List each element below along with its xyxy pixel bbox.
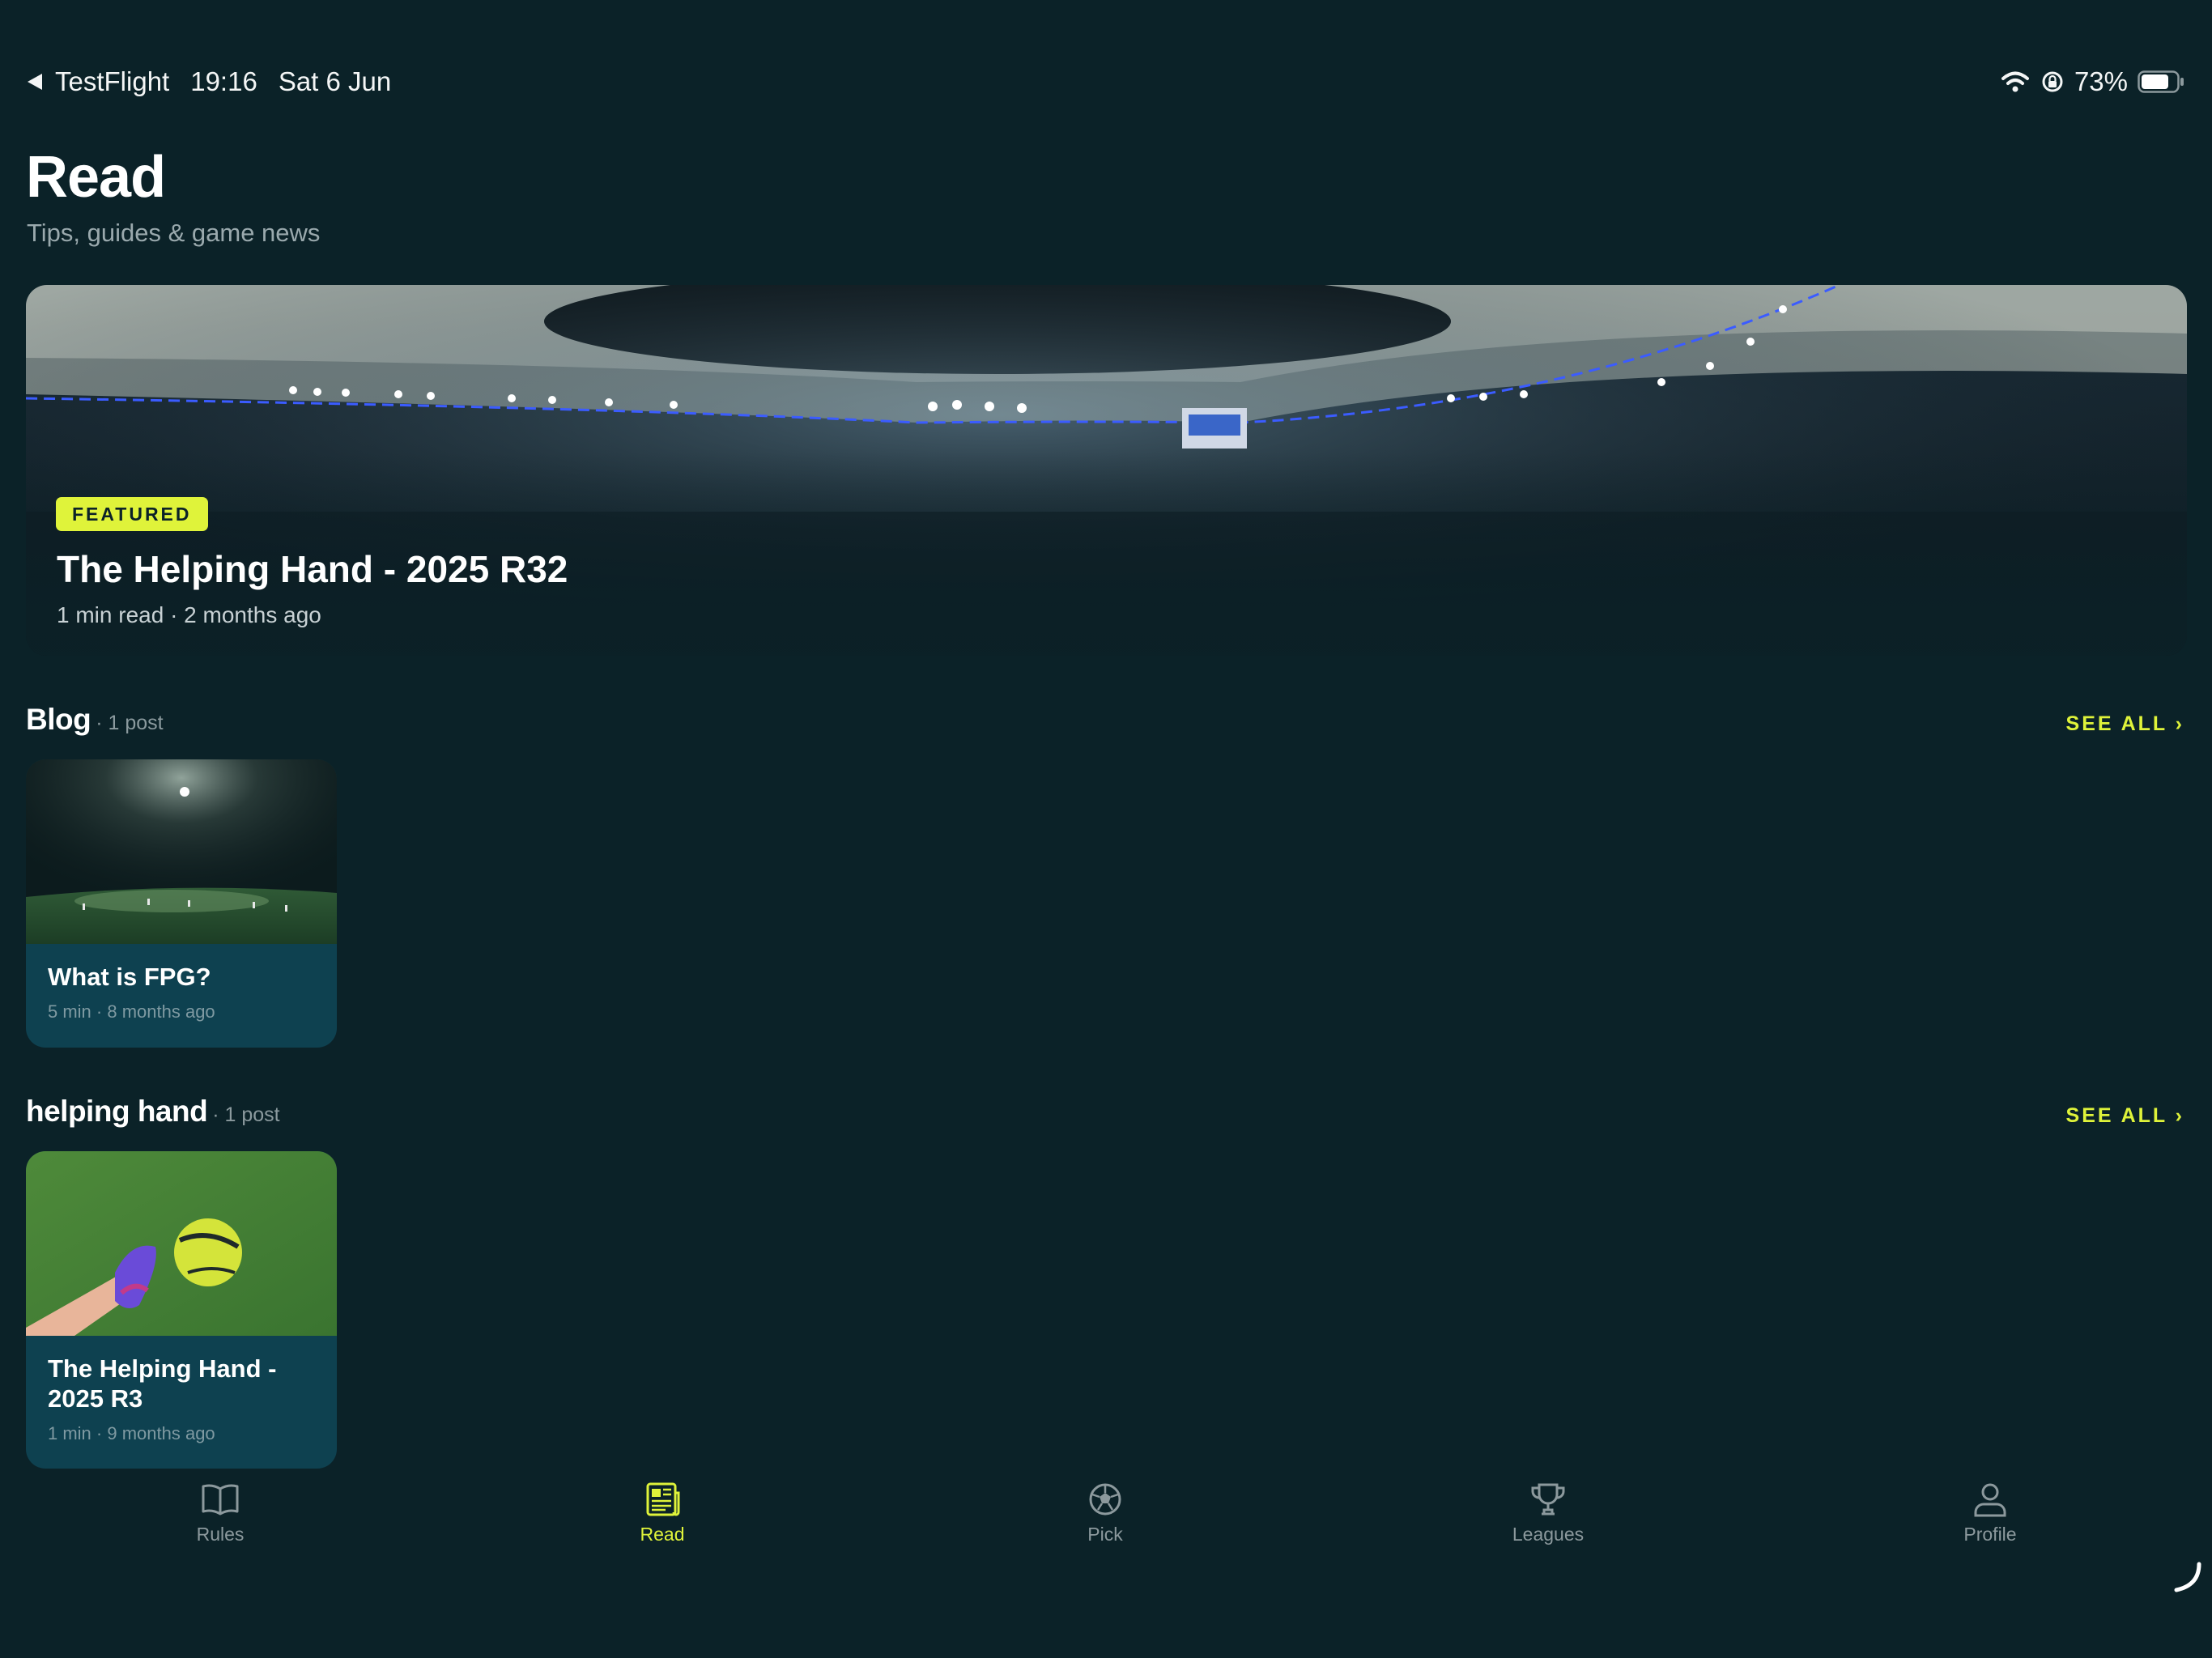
see-all-helping-hand-button[interactable]: SEE ALL › bbox=[2066, 1104, 2184, 1128]
section-count: · 1 post bbox=[212, 1103, 280, 1126]
tab-profile[interactable]: Profile bbox=[1893, 1482, 2087, 1571]
newspaper-icon bbox=[646, 1482, 680, 1516]
post-card-helping-hand-r3[interactable]: The Helping Hand - 2025 R3 1 min · 9 mon… bbox=[26, 1151, 337, 1469]
section-count: · 1 post bbox=[96, 712, 164, 734]
soccer-ball-icon bbox=[1089, 1483, 1121, 1516]
tab-pick[interactable]: Pick bbox=[1008, 1482, 1202, 1571]
featured-title[interactable]: The Helping Hand - 2025 R32 bbox=[57, 547, 568, 591]
featured-meta: 1 min read · 2 months ago bbox=[57, 602, 321, 627]
page-title: Read bbox=[26, 145, 166, 210]
book-icon bbox=[202, 1484, 239, 1516]
status-left[interactable]: TestFlight 19:16 Sat 6 Jun bbox=[28, 66, 391, 97]
back-app-label[interactable]: TestFlight bbox=[55, 66, 169, 97]
tab-leagues[interactable]: Leagues bbox=[1451, 1482, 1645, 1571]
battery-percent: 73% bbox=[2074, 66, 2128, 96]
post-image bbox=[26, 1151, 337, 1336]
section-header-helping-hand: helping hand · 1 post bbox=[26, 1095, 280, 1137]
post-meta: 5 min · 8 months ago bbox=[48, 1001, 215, 1022]
see-all-blog-button[interactable]: SEE ALL › bbox=[2066, 712, 2184, 736]
wifi-icon bbox=[2001, 71, 2029, 92]
tab-label: Pick bbox=[1087, 1524, 1123, 1545]
tab-label: Leagues bbox=[1512, 1524, 1585, 1545]
featured-badge: FEATURED bbox=[56, 497, 208, 531]
orientation-lock-icon bbox=[2042, 71, 2063, 92]
trophy-icon bbox=[1531, 1483, 1565, 1516]
tab-bar: Rules Read Pick Leagues Profile bbox=[0, 1482, 2212, 1571]
post-card-what-is-fpg[interactable]: What is FPG? 5 min · 8 months ago bbox=[26, 759, 337, 1048]
section-title: Blog bbox=[26, 703, 91, 736]
activity-indicator-icon bbox=[2174, 1562, 2201, 1592]
status-time: 19:16 bbox=[190, 66, 257, 96]
post-image bbox=[26, 759, 337, 944]
tab-label: Rules bbox=[196, 1524, 245, 1545]
post-meta: 1 min · 9 months ago bbox=[48, 1423, 215, 1443]
read-screen: TestFlight 19:16 Sat 6 Jun 73% Read Tips… bbox=[0, 0, 2212, 1658]
person-icon bbox=[1974, 1483, 2006, 1517]
tab-label: Profile bbox=[1963, 1524, 2017, 1545]
battery-icon bbox=[2138, 70, 2184, 93]
page-subtitle: Tips, guides & game news bbox=[27, 219, 321, 247]
back-arrow-icon[interactable] bbox=[28, 74, 42, 90]
status-date: Sat 6 Jun bbox=[278, 66, 392, 96]
tab-read[interactable]: Read bbox=[565, 1482, 759, 1571]
status-bar: TestFlight 19:16 Sat 6 Jun 73% bbox=[0, 66, 2212, 108]
featured-image bbox=[26, 285, 2187, 656]
post-title: What is FPG? bbox=[48, 963, 211, 991]
section-header-blog: Blog · 1 post bbox=[26, 703, 164, 745]
tab-label: Read bbox=[640, 1524, 685, 1545]
tab-rules[interactable]: Rules bbox=[123, 1482, 317, 1571]
featured-card[interactable]: FEATURED The Helping Hand - 2025 R32 1 m… bbox=[26, 285, 2187, 656]
status-right: 73% bbox=[2001, 66, 2184, 97]
section-title: helping hand bbox=[26, 1095, 208, 1128]
post-title: The Helping Hand - 2025 R3 bbox=[48, 1354, 277, 1413]
